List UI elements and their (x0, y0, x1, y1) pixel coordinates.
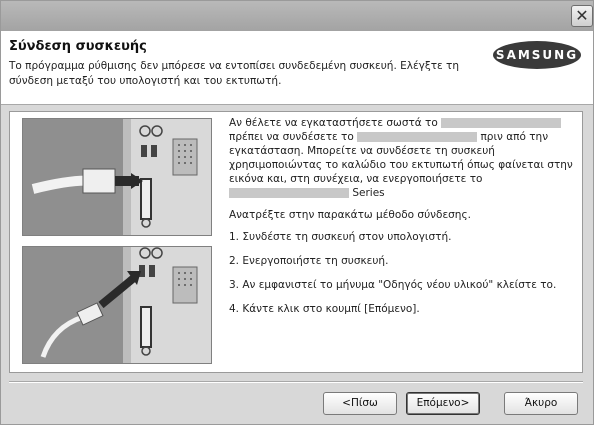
next-button[interactable]: Επόμενο> (406, 392, 480, 415)
redacted-model-name (357, 132, 478, 142)
step-item: 4. Κάντε κλικ στο κουμπί [Επόμενο]. (229, 303, 420, 315)
samsung-logo: SAMSUNG (493, 41, 581, 69)
redacted-model-name (229, 188, 349, 198)
usb-cable-illustration (22, 246, 212, 364)
instructions-text: Αν θέλετε να εγκαταστήσετε σωστά το πρέπ… (229, 116, 574, 326)
install-text-part-2: πρέπει να συνδέσετε το (229, 131, 354, 143)
back-button[interactable]: <Πίσω (323, 392, 397, 415)
redacted-model-name (441, 118, 562, 128)
page-title: Σύνδεση συσκευής (9, 39, 147, 54)
close-icon[interactable]: ✕ (571, 5, 593, 27)
parallel-cable-illustration (22, 118, 212, 236)
cancel-button[interactable]: Άκυρο (504, 392, 578, 415)
dialog-header: Σύνδεση συσκευής Το πρόγραμμα ρύθμισης δ… (1, 31, 593, 105)
install-text-part-1: Αν θέλετε να εγκαταστήσετε σωστά το (229, 117, 438, 129)
content-panel: Αν θέλετε να εγκαταστήσετε σωστά το πρέπ… (9, 111, 583, 373)
page-description: Το πρόγραμμα ρύθμισης δεν μπόρεσε να εντ… (9, 60, 460, 87)
title-bar: ✕ (1, 1, 593, 31)
method-intro: Ανατρέξτε στην παρακάτω μέθοδο σύνδεσης. (229, 209, 471, 221)
step-item: 1. Συνδέστε τη συσκευή στον υπολογιστή. (229, 231, 452, 243)
step-item: 2. Ενεργοποιήστε τη συσκευή. (229, 255, 389, 267)
footer-divider (9, 381, 583, 383)
step-item: 3. Αν εμφανιστεί το μήνυμα "Οδηγός νέου … (229, 279, 557, 291)
install-paragraph: Αν θέλετε να εγκαταστήσετε σωστά το πρέπ… (229, 116, 574, 200)
setup-dialog: ✕ Σύνδεση συσκευής Το πρόγραμμα ρύθμισης… (0, 0, 594, 425)
install-text-part-4: Series (352, 187, 385, 199)
